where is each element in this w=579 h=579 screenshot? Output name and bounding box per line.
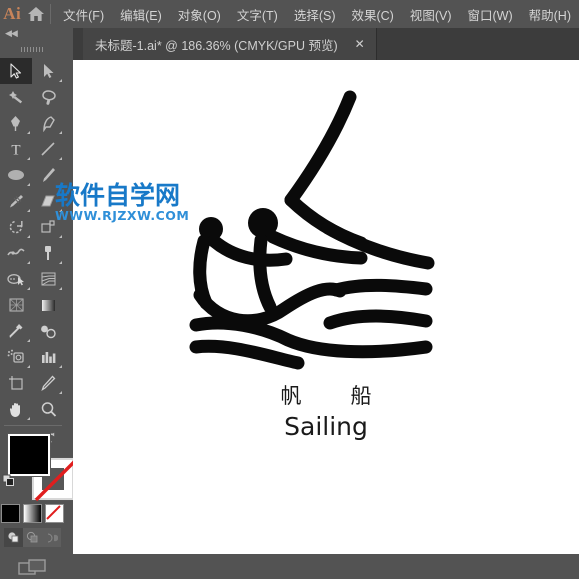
tool-flyout-indicator bbox=[59, 183, 62, 186]
tool-flyout-indicator bbox=[59, 261, 62, 264]
menu-window[interactable]: 窗口(W) bbox=[460, 1, 521, 28]
color-mode-flat[interactable] bbox=[1, 504, 20, 523]
draw-mode-buttons bbox=[0, 528, 65, 547]
width-tool[interactable] bbox=[0, 240, 32, 266]
tool-flyout-indicator bbox=[59, 391, 62, 394]
menu-divider bbox=[50, 4, 52, 24]
document-tab-title: 未标题-1.ai* @ 186.36% (CMYK/GPU 预览) bbox=[95, 38, 338, 53]
svg-text:T: T bbox=[11, 143, 20, 158]
zoom-tool[interactable] bbox=[32, 396, 64, 422]
tool-flyout-indicator bbox=[27, 209, 30, 212]
caption-chinese: 帆 船 bbox=[280, 385, 386, 408]
draw-inside-mode[interactable] bbox=[42, 528, 61, 547]
app-logo: Ai bbox=[3, 4, 22, 23]
tool-flyout-indicator bbox=[27, 235, 30, 238]
menu-items: 文件(F) 编辑(E) 对象(O) 文字(T) 选择(S) 效果(C) 视图(V… bbox=[55, 1, 579, 28]
blend-tool[interactable] bbox=[32, 318, 64, 344]
caption-english: Sailing bbox=[284, 412, 368, 441]
tool-flyout-indicator bbox=[27, 261, 30, 264]
document-tab[interactable]: 未标题-1.ai* @ 186.36% (CMYK/GPU 预览) ✕ bbox=[83, 28, 377, 60]
menu-view[interactable]: 视图(V) bbox=[402, 1, 460, 28]
tool-flyout-indicator bbox=[27, 417, 30, 420]
tool-flyout-indicator bbox=[27, 365, 30, 368]
selection-tool[interactable] bbox=[0, 58, 32, 84]
tool-flyout-indicator bbox=[27, 157, 30, 160]
tool-flyout-indicator bbox=[27, 339, 30, 342]
hand-tool[interactable] bbox=[0, 396, 32, 422]
tool-flyout-indicator bbox=[59, 131, 62, 134]
shaper-tool[interactable] bbox=[0, 188, 32, 214]
fill-stroke-controls bbox=[0, 430, 76, 502]
gradient-tool[interactable] bbox=[32, 292, 64, 318]
menu-effect[interactable]: 效果(C) bbox=[343, 1, 401, 28]
tool-flyout-indicator bbox=[59, 157, 62, 160]
curvature-tool[interactable] bbox=[32, 110, 64, 136]
tool-grid: T bbox=[0, 56, 65, 422]
tool-flyout-indicator bbox=[59, 209, 62, 212]
collapse-panel-icon[interactable]: ◀◀ bbox=[5, 29, 18, 38]
close-icon[interactable]: ✕ bbox=[352, 38, 368, 50]
line-segment-tool[interactable] bbox=[32, 136, 64, 162]
document-canvas[interactable]: 帆 船 Sailing bbox=[73, 60, 579, 554]
draw-behind-mode[interactable] bbox=[23, 528, 42, 547]
home-icon[interactable] bbox=[25, 0, 49, 28]
menu-file[interactable]: 文件(F) bbox=[55, 1, 112, 28]
magic-wand-tool[interactable] bbox=[0, 84, 32, 110]
symbol-sprayer-tool[interactable] bbox=[0, 344, 32, 370]
menu-select[interactable]: 选择(S) bbox=[286, 1, 344, 28]
artwork-caption: 帆 船 Sailing bbox=[73, 380, 579, 441]
color-mode-none[interactable] bbox=[45, 504, 64, 523]
sailing-boat-illustration[interactable] bbox=[178, 85, 443, 375]
tools-panel-header: ◀◀ bbox=[0, 28, 65, 42]
tool-flyout-indicator bbox=[59, 287, 62, 290]
color-mode-buttons bbox=[0, 504, 65, 523]
ellipse-tool[interactable] bbox=[0, 162, 32, 188]
tools-panel: ◀◀ T bbox=[0, 28, 76, 575]
rotate-tool[interactable] bbox=[0, 214, 32, 240]
illustrator-window: Ai 文件(F) 编辑(E) 对象(O) 文字(T) 选择(S) 效果(C) 视… bbox=[0, 0, 579, 575]
direct-selection-tool[interactable] bbox=[32, 58, 64, 84]
draw-normal-mode[interactable] bbox=[4, 528, 23, 547]
scale-tool[interactable] bbox=[32, 214, 64, 240]
slice-tool[interactable] bbox=[32, 370, 64, 396]
free-transform-tool[interactable] bbox=[32, 240, 64, 266]
menu-bar: Ai 文件(F) 编辑(E) 对象(O) 文字(T) 选择(S) 效果(C) 视… bbox=[0, 0, 579, 28]
menu-object[interactable]: 对象(O) bbox=[170, 1, 229, 28]
tool-flyout-indicator bbox=[59, 79, 62, 82]
shape-builder-tool[interactable] bbox=[0, 266, 32, 292]
tool-flyout-indicator bbox=[27, 131, 30, 134]
change-screen-mode[interactable] bbox=[0, 559, 65, 579]
paintbrush-tool[interactable] bbox=[32, 162, 64, 188]
eraser-tool[interactable] bbox=[32, 188, 64, 214]
eyedropper-tool[interactable] bbox=[0, 318, 32, 344]
tool-flyout-indicator bbox=[27, 287, 30, 290]
panel-drag-handle[interactable] bbox=[0, 42, 65, 56]
tools-divider bbox=[3, 425, 62, 426]
default-fill-stroke-icon[interactable] bbox=[2, 474, 16, 493]
tool-flyout-indicator bbox=[59, 365, 62, 368]
mesh-tool[interactable] bbox=[0, 292, 32, 318]
artboard-tool[interactable] bbox=[0, 370, 32, 396]
perspective-grid-tool[interactable] bbox=[32, 266, 64, 292]
menu-edit[interactable]: 编辑(E) bbox=[112, 1, 170, 28]
lasso-tool[interactable] bbox=[32, 84, 64, 110]
color-mode-gradient[interactable] bbox=[23, 504, 42, 523]
menu-help[interactable]: 帮助(H) bbox=[521, 1, 579, 28]
fill-color-swatch[interactable] bbox=[7, 433, 51, 477]
pen-tool[interactable] bbox=[0, 110, 32, 136]
column-graph-tool[interactable] bbox=[32, 344, 64, 370]
type-tool[interactable]: T bbox=[0, 136, 32, 162]
menu-type[interactable]: 文字(T) bbox=[229, 1, 286, 28]
document-tab-bar: 未标题-1.ai* @ 186.36% (CMYK/GPU 预览) ✕ bbox=[73, 28, 579, 60]
tool-flyout-indicator bbox=[59, 235, 62, 238]
tool-flyout-indicator bbox=[27, 183, 30, 186]
